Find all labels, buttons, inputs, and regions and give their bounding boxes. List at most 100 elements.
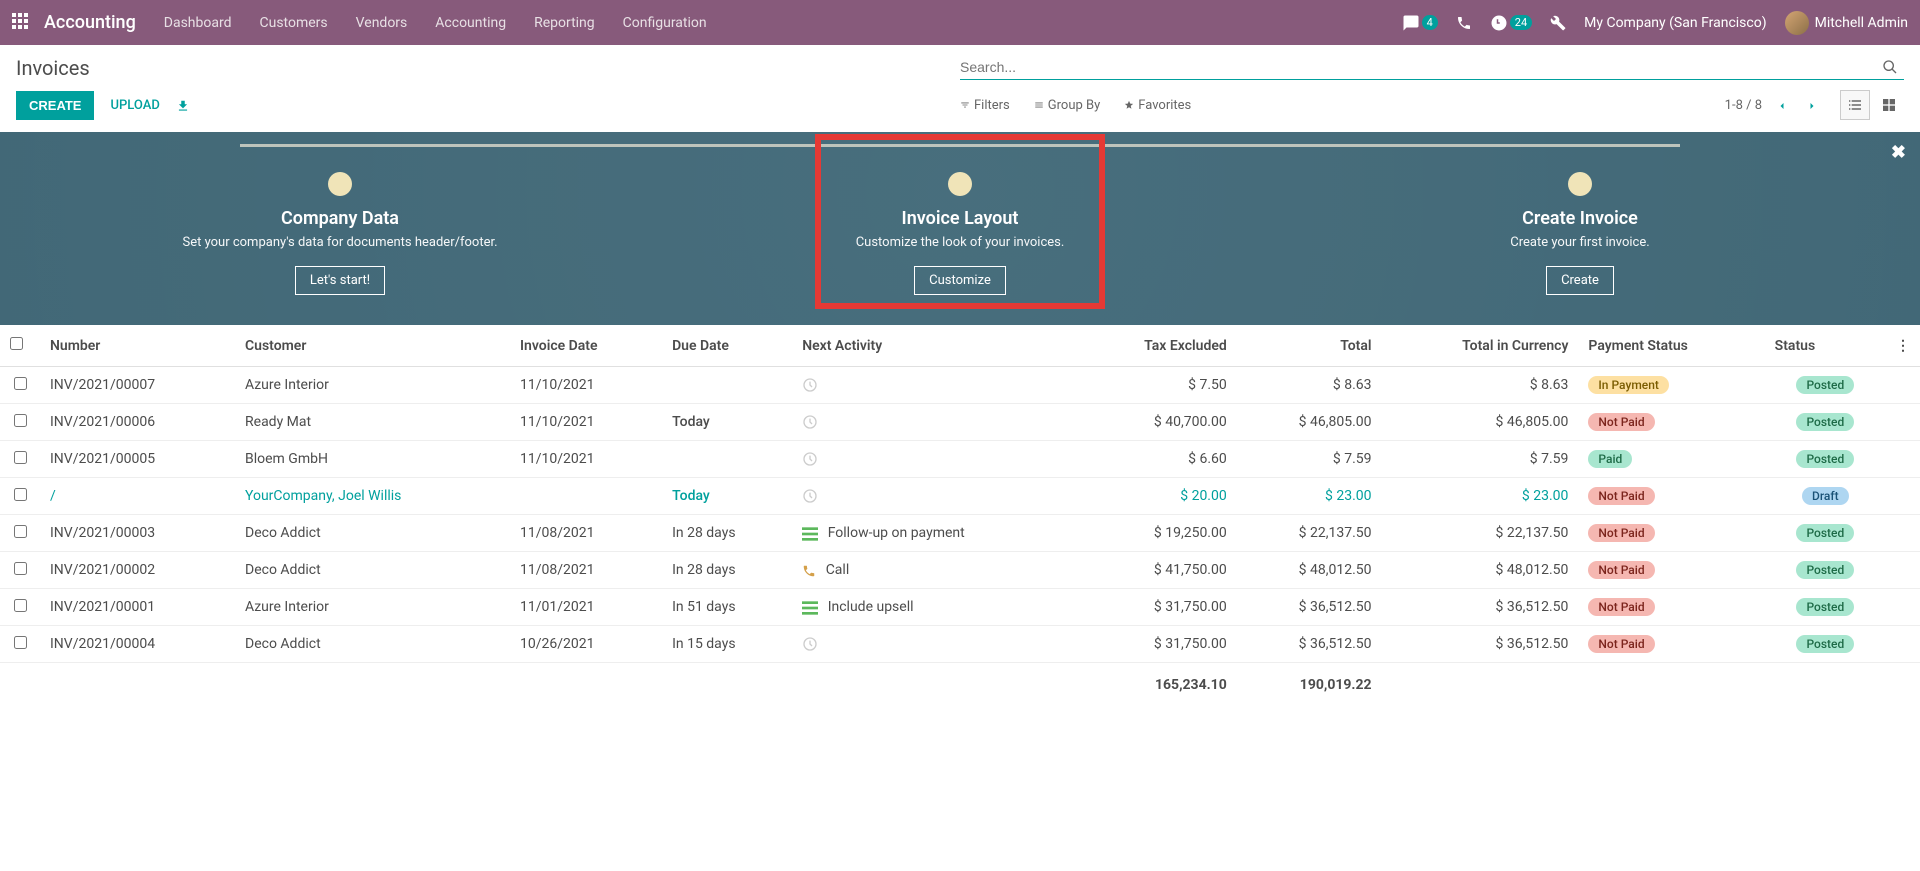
pager-text[interactable]: 1-8 / 8 bbox=[1725, 98, 1762, 113]
cell-total: $ 8.63 bbox=[1237, 367, 1382, 404]
payment-status-badge: Not Paid bbox=[1588, 561, 1654, 579]
row-checkbox[interactable] bbox=[14, 599, 27, 612]
lets-start-button[interactable]: Let's start! bbox=[295, 266, 385, 295]
create-invoice-button[interactable]: Create bbox=[1546, 266, 1614, 295]
payment-status-badge: Not Paid bbox=[1588, 524, 1654, 542]
step-desc: Set your company's data for documents he… bbox=[30, 235, 650, 250]
cell-due-date: Today bbox=[662, 404, 792, 441]
select-all-checkbox[interactable] bbox=[10, 337, 23, 350]
cell-tax-excl: $ 31,750.00 bbox=[1077, 589, 1237, 626]
cell-activity[interactable] bbox=[792, 626, 1077, 663]
cell-activity[interactable]: Call bbox=[792, 552, 1077, 589]
row-checkbox[interactable] bbox=[14, 414, 27, 427]
menu-dashboard[interactable]: Dashboard bbox=[164, 15, 232, 31]
status-badge: Posted bbox=[1796, 561, 1854, 579]
phone-icon[interactable] bbox=[1456, 15, 1472, 31]
cell-total: $ 22,137.50 bbox=[1237, 515, 1382, 552]
debug-icon[interactable] bbox=[1550, 15, 1566, 31]
cell-activity[interactable] bbox=[792, 441, 1077, 478]
table-row[interactable]: INV/2021/00004Deco Addict10/26/2021In 15… bbox=[0, 626, 1920, 663]
upload-button[interactable]: UPLOAD bbox=[110, 98, 159, 113]
invoice-table: Number Customer Invoice Date Due Date Ne… bbox=[0, 325, 1920, 702]
kanban-view-icon[interactable] bbox=[1874, 90, 1904, 120]
col-next-activity[interactable]: Next Activity bbox=[792, 325, 1077, 367]
favorites-dropdown[interactable]: Favorites bbox=[1124, 98, 1191, 113]
table-row[interactable]: INV/2021/00001Azure Interior11/01/2021In… bbox=[0, 589, 1920, 626]
cell-tax-excl: $ 31,750.00 bbox=[1077, 626, 1237, 663]
table-row[interactable]: INV/2021/00007Azure Interior11/10/2021 $… bbox=[0, 367, 1920, 404]
col-number[interactable]: Number bbox=[40, 325, 235, 367]
cell-status: Posted bbox=[1765, 589, 1886, 626]
download-icon[interactable] bbox=[176, 97, 190, 113]
col-customer[interactable]: Customer bbox=[235, 325, 510, 367]
col-due-date[interactable]: Due Date bbox=[662, 325, 792, 367]
row-checkbox[interactable] bbox=[14, 451, 27, 464]
apps-icon[interactable] bbox=[12, 13, 32, 33]
search-bar[interactable] bbox=[960, 55, 1904, 80]
close-icon[interactable]: ✖ bbox=[1891, 142, 1906, 163]
table-row[interactable]: INV/2021/00002Deco Addict11/08/2021In 28… bbox=[0, 552, 1920, 589]
list-icon bbox=[802, 599, 818, 615]
company-selector[interactable]: My Company (San Francisco) bbox=[1584, 15, 1766, 31]
step-dot bbox=[948, 172, 972, 196]
column-options-icon[interactable]: ⋮ bbox=[1886, 325, 1920, 367]
cell-activity[interactable] bbox=[792, 404, 1077, 441]
row-checkbox[interactable] bbox=[14, 525, 27, 538]
menu-vendors[interactable]: Vendors bbox=[356, 15, 408, 31]
status-badge: Posted bbox=[1796, 376, 1854, 394]
payment-status-badge: In Payment bbox=[1588, 376, 1668, 394]
filters-dropdown[interactable]: Filters bbox=[960, 98, 1010, 113]
groupby-dropdown[interactable]: Group By bbox=[1034, 98, 1101, 113]
cell-number: INV/2021/00002 bbox=[40, 552, 235, 589]
row-checkbox[interactable] bbox=[14, 377, 27, 390]
cell-number: INV/2021/00001 bbox=[40, 589, 235, 626]
table-row[interactable]: INV/2021/00003Deco Addict11/08/2021In 28… bbox=[0, 515, 1920, 552]
row-checkbox[interactable] bbox=[14, 636, 27, 649]
col-payment-status[interactable]: Payment Status bbox=[1578, 325, 1764, 367]
cell-number: / bbox=[40, 478, 235, 515]
table-row[interactable]: INV/2021/00006Ready Mat11/10/2021Today $… bbox=[0, 404, 1920, 441]
cell-customer: Bloem GmbH bbox=[235, 441, 510, 478]
pager-prev-icon[interactable] bbox=[1772, 93, 1792, 117]
table-row[interactable]: /YourCompany, Joel WillisToday $ 20.00$ … bbox=[0, 478, 1920, 515]
customize-button[interactable]: Customize bbox=[914, 266, 1006, 295]
clock-icon bbox=[802, 636, 818, 652]
menu-configuration[interactable]: Configuration bbox=[623, 15, 707, 31]
menu-customers[interactable]: Customers bbox=[260, 15, 328, 31]
col-status[interactable]: Status bbox=[1765, 325, 1886, 367]
cell-total-cur: $ 23.00 bbox=[1382, 478, 1579, 515]
cell-payment-status: Not Paid bbox=[1578, 552, 1764, 589]
cell-payment-status: Paid bbox=[1578, 441, 1764, 478]
row-checkbox[interactable] bbox=[14, 562, 27, 575]
messages-icon[interactable]: 4 bbox=[1402, 14, 1438, 32]
user-menu[interactable]: Mitchell Admin bbox=[1785, 11, 1908, 35]
pager-next-icon[interactable] bbox=[1802, 93, 1822, 117]
col-total-currency[interactable]: Total in Currency bbox=[1382, 325, 1579, 367]
cell-payment-status: Not Paid bbox=[1578, 589, 1764, 626]
search-input[interactable] bbox=[960, 59, 1876, 75]
cell-activity[interactable] bbox=[792, 478, 1077, 515]
menu-accounting[interactable]: Accounting bbox=[435, 15, 506, 31]
app-brand[interactable]: Accounting bbox=[44, 12, 136, 33]
activities-icon[interactable]: 24 bbox=[1490, 14, 1532, 32]
search-icon[interactable] bbox=[1876, 59, 1904, 75]
cell-due-date: In 15 days bbox=[662, 626, 792, 663]
messages-badge: 4 bbox=[1422, 15, 1438, 30]
col-tax-excluded[interactable]: Tax Excluded bbox=[1077, 325, 1237, 367]
cell-activity[interactable]: Include upsell bbox=[792, 589, 1077, 626]
create-button[interactable]: CREATE bbox=[16, 91, 94, 120]
menu-reporting[interactable]: Reporting bbox=[534, 15, 595, 31]
table-row[interactable]: INV/2021/00005Bloem GmbH11/10/2021 $ 6.6… bbox=[0, 441, 1920, 478]
cell-activity[interactable] bbox=[792, 367, 1077, 404]
onboard-step-invoice: Create Invoice Create your first invoice… bbox=[1270, 172, 1890, 295]
col-total[interactable]: Total bbox=[1237, 325, 1382, 367]
cell-tax-excl: $ 6.60 bbox=[1077, 441, 1237, 478]
col-invoice-date[interactable]: Invoice Date bbox=[510, 325, 662, 367]
table-header-row: Number Customer Invoice Date Due Date Ne… bbox=[0, 325, 1920, 367]
cell-due-date: In 51 days bbox=[662, 589, 792, 626]
cell-payment-status: Not Paid bbox=[1578, 626, 1764, 663]
phone-icon bbox=[802, 562, 816, 578]
cell-activity[interactable]: Follow-up on payment bbox=[792, 515, 1077, 552]
list-view-icon[interactable] bbox=[1840, 90, 1870, 120]
row-checkbox[interactable] bbox=[14, 488, 27, 501]
